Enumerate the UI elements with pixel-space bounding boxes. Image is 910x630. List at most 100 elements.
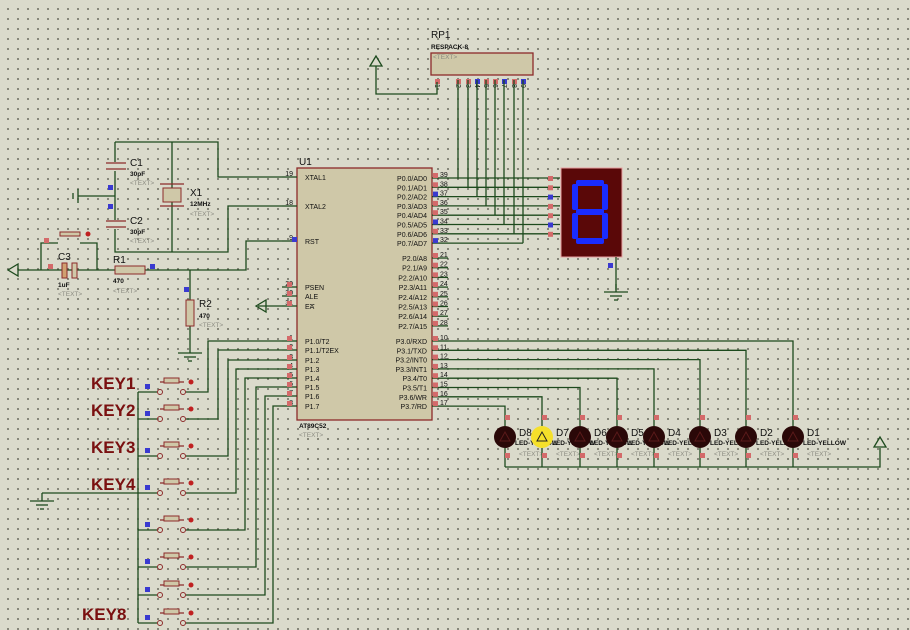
pin-name: ALE <box>305 294 319 301</box>
pin-marker <box>287 391 292 396</box>
pin-marker <box>793 453 798 458</box>
pin-marker <box>542 453 547 458</box>
pin-name: P2.7/A15 <box>398 324 427 331</box>
led-text: <TEXT> <box>556 451 580 458</box>
rp1-part: RESPACK-8 <box>431 44 468 51</box>
p3-wire <box>448 358 701 426</box>
switch-actuator <box>188 379 194 385</box>
pin-number: 19 <box>285 171 293 178</box>
key-label: KEY3 <box>91 438 135 457</box>
key-button-1[interactable] <box>163 377 180 384</box>
pin-name: P1.4 <box>305 376 320 383</box>
led-text: <TEXT> <box>714 451 738 458</box>
pin-name: P0.6/AD6 <box>397 232 427 239</box>
pin-marker <box>48 264 53 269</box>
pin-number: 32 <box>440 237 448 244</box>
pin-marker <box>184 287 189 292</box>
key-button-8[interactable] <box>163 608 180 615</box>
pin-marker <box>433 401 438 407</box>
led-d4[interactable] <box>643 426 665 448</box>
pin-marker <box>654 453 659 458</box>
p1-wire <box>186 395 282 596</box>
rp1-ref: RP1 <box>431 30 451 41</box>
pin-name: P2.1/A9 <box>402 266 427 273</box>
pin-name: P2.4/A12 <box>398 295 427 302</box>
pin-marker <box>433 336 438 341</box>
pin-name: P3.6/WR <box>399 395 427 402</box>
reset-button[interactable] <box>59 231 81 237</box>
p3-wire <box>448 368 655 426</box>
pin-marker <box>700 415 705 420</box>
pin-name: P3.5/T1 <box>402 386 427 393</box>
u1-part: AT89C52 <box>299 423 327 430</box>
pin-number: 28 <box>440 320 448 327</box>
pin-marker <box>433 191 438 197</box>
switch-contact <box>180 389 186 395</box>
led-body <box>569 426 591 448</box>
pin-marker <box>433 373 438 379</box>
key-button-4[interactable] <box>163 478 180 485</box>
pin-marker <box>287 336 292 341</box>
x1-body[interactable] <box>162 187 182 203</box>
led-ref: D1 <box>807 428 820 439</box>
pin-number: 34 <box>440 219 448 226</box>
pin-marker <box>580 453 585 458</box>
pin-name: P1.3 <box>305 367 320 374</box>
led-d6[interactable] <box>569 426 591 448</box>
terminal-icon[interactable] <box>368 54 384 67</box>
rp1-text: <TEXT> <box>433 54 457 61</box>
key-button-7[interactable] <box>163 580 180 587</box>
pin-number: 37 <box>440 191 448 198</box>
ground-icon <box>604 284 628 301</box>
pin-marker <box>433 282 438 288</box>
pin-number: 16 <box>440 391 448 398</box>
key-button-3[interactable] <box>163 441 180 448</box>
led-d1[interactable] <box>782 426 804 448</box>
pin-number: 23 <box>440 271 448 278</box>
c3-plate[interactable] <box>71 262 78 279</box>
r1-body[interactable] <box>114 265 146 275</box>
led-d8[interactable] <box>494 426 516 448</box>
pin-marker <box>548 213 553 219</box>
r2-body[interactable] <box>185 299 195 327</box>
switch-contact <box>157 490 163 496</box>
key-button-6[interactable] <box>163 552 180 559</box>
pin-name: P0.0/AD0 <box>397 176 427 183</box>
terminal-icon[interactable] <box>872 435 888 448</box>
led-body <box>643 426 665 448</box>
key-button-2[interactable] <box>163 404 180 411</box>
pin-marker <box>433 200 438 206</box>
p3-wire <box>448 340 794 426</box>
switch-contact <box>157 592 163 598</box>
ground-icon <box>178 345 202 362</box>
display-segment <box>576 209 604 215</box>
schematic-canvas[interactable]: U1AT89C52<TEXT>19XTAL118XTAL29RST29PSEN3… <box>0 0 910 630</box>
pin-marker <box>145 587 150 592</box>
pin-name: P3.1/TXD <box>397 348 427 355</box>
c3-plate[interactable] <box>61 262 68 279</box>
pin-number: 36 <box>440 200 448 207</box>
pin-number: 25 <box>440 291 448 298</box>
led-d2[interactable] <box>735 426 757 448</box>
led-d7[interactable] <box>531 426 553 448</box>
pin-marker <box>433 391 438 397</box>
pin-name: P3.3/INT1 <box>395 367 427 374</box>
led-ref: D5 <box>631 428 644 439</box>
pin-name: PSEN <box>305 285 324 292</box>
switch-contact <box>180 564 186 570</box>
switch-contact <box>180 453 186 459</box>
terminal-icon[interactable] <box>6 262 19 278</box>
p1-wire <box>186 386 282 568</box>
led-d3[interactable] <box>689 426 711 448</box>
led-body <box>689 426 711 448</box>
pin-marker <box>654 415 659 420</box>
x1-value: 12MHz <box>190 201 211 208</box>
r2-value: 470 <box>199 313 210 320</box>
pin-marker <box>746 453 751 458</box>
led-ref: D3 <box>714 428 727 439</box>
pin-name: P0.4/AD4 <box>397 213 427 220</box>
p3-wire <box>448 396 543 426</box>
key-button-5[interactable] <box>163 515 180 522</box>
pin-number: 10 <box>440 335 448 342</box>
led-d5[interactable] <box>606 426 628 448</box>
